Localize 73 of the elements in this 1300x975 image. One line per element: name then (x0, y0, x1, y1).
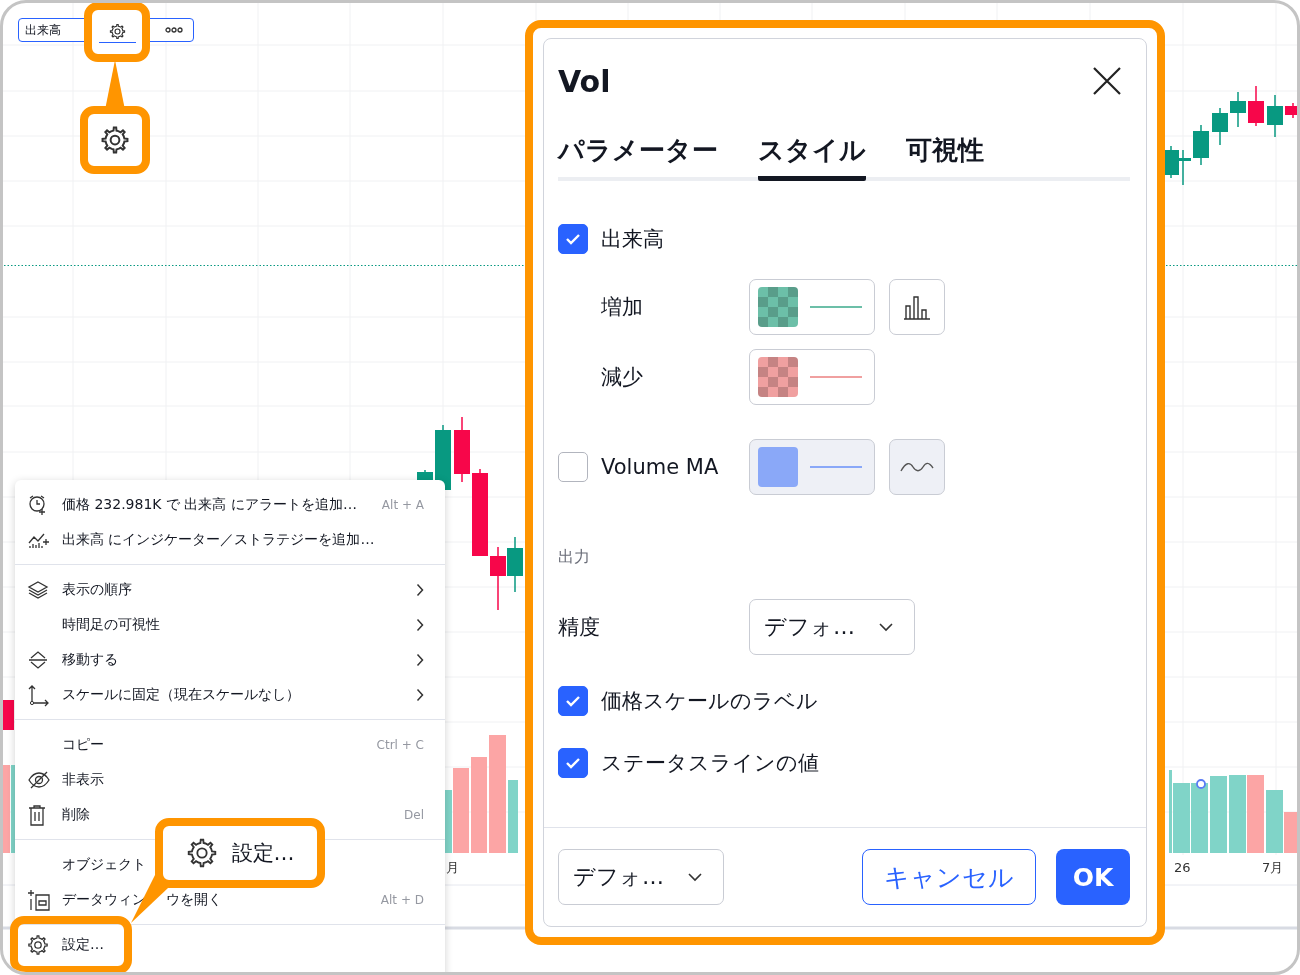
tab[interactable]: 可視性 (906, 125, 984, 181)
shortcut-label: Alt + A (381, 497, 424, 512)
close-icon[interactable] (1092, 66, 1122, 96)
option-label: ステータスラインの値 (601, 750, 819, 777)
option-label: 価格スケールのラベル (601, 688, 818, 715)
menu-item[interactable]: 表示の順序 (62, 580, 132, 599)
marker-icon (1196, 779, 1206, 789)
hidden-eye-icon (27, 769, 51, 790)
chevron-down-icon (687, 872, 703, 882)
checkbox[interactable] (558, 686, 588, 716)
candlestick (490, 546, 506, 611)
menu-item[interactable]: ウを開く (166, 890, 222, 909)
template-dropdown[interactable]: デフォ… (558, 849, 724, 905)
time-axis-label: 月 (446, 860, 459, 875)
menu-item[interactable]: オブジェクト (62, 855, 146, 874)
menu-item[interactable]: 非表示 (62, 770, 104, 789)
layers-icon (27, 579, 49, 600)
checkbox[interactable] (558, 224, 588, 254)
candlestick (1285, 102, 1297, 119)
shortcut-label: Alt + D (380, 892, 424, 907)
candlestick (1193, 124, 1209, 166)
wave-icon (900, 460, 934, 474)
shortcut-label: Del (404, 807, 424, 822)
candlestick (454, 416, 470, 483)
option-label: Volume MA (601, 455, 720, 479)
menu-item[interactable]: コピー (62, 735, 104, 754)
menu-item[interactable]: スケールに固定（現在スケールなし） (62, 685, 300, 704)
option-label: 減少 (601, 364, 644, 391)
menu-item[interactable]: 削除 (62, 805, 90, 824)
candlestick (1267, 94, 1283, 138)
tab[interactable]: スタイル (758, 125, 866, 181)
bar-chart-icon (902, 294, 932, 320)
candlestick (435, 424, 451, 491)
menu-item[interactable]: 移動する (62, 650, 118, 669)
chevron-down-icon (878, 622, 894, 632)
candlestick (1230, 91, 1246, 128)
menu-item[interactable]: 出来高 にインジケーター／ストラテジーを追加… (62, 530, 375, 549)
cancel-button[interactable]: キャンセル (862, 849, 1036, 905)
section-label: 出力 (558, 546, 590, 568)
option-label: 出来高 (601, 226, 664, 253)
option-label: 増加 (601, 294, 644, 321)
menu-item[interactable]: データウィン (62, 890, 146, 909)
checkbox[interactable] (558, 452, 588, 482)
volume-bar (1191, 783, 1208, 853)
callout-label: 設定… (231, 840, 295, 867)
time-axis-label: 26 (1174, 860, 1191, 875)
data-window-icon (27, 888, 51, 911)
color-picker-button[interactable] (749, 349, 875, 405)
time-axis-label: 7月 (1262, 860, 1284, 875)
settings-icon (100, 125, 130, 155)
checkbox[interactable] (558, 748, 588, 778)
legend-title: 出来高 (25, 21, 61, 39)
more-icon[interactable] (165, 27, 183, 33)
menu-item[interactable]: 時間足の可視性 (62, 615, 160, 634)
settings-icon[interactable] (98, 21, 136, 43)
ok-button[interactable]: OK (1056, 849, 1130, 905)
menu-item[interactable]: 設定… (62, 935, 104, 954)
settings-icon (27, 933, 49, 956)
trash-icon (27, 803, 47, 826)
move-icon (27, 649, 49, 670)
menu-item[interactable]: 価格 232.981K で 出来高 にアラートを追加… (62, 495, 357, 514)
color-picker-button[interactable] (749, 279, 875, 335)
dialog-title: Vol (558, 63, 611, 99)
candlestick (1248, 85, 1264, 127)
tab[interactable]: パラメーター (558, 125, 718, 181)
precision-dropdown[interactable]: デフォ… (749, 599, 915, 655)
shortcut-label: Ctrl + C (376, 737, 424, 752)
candlestick (1212, 107, 1228, 146)
option-label: 精度 (558, 614, 601, 641)
candlestick (507, 536, 523, 593)
settings-icon (185, 837, 218, 869)
color-picker-button[interactable] (749, 439, 875, 495)
plot-type-button[interactable] (889, 279, 945, 335)
